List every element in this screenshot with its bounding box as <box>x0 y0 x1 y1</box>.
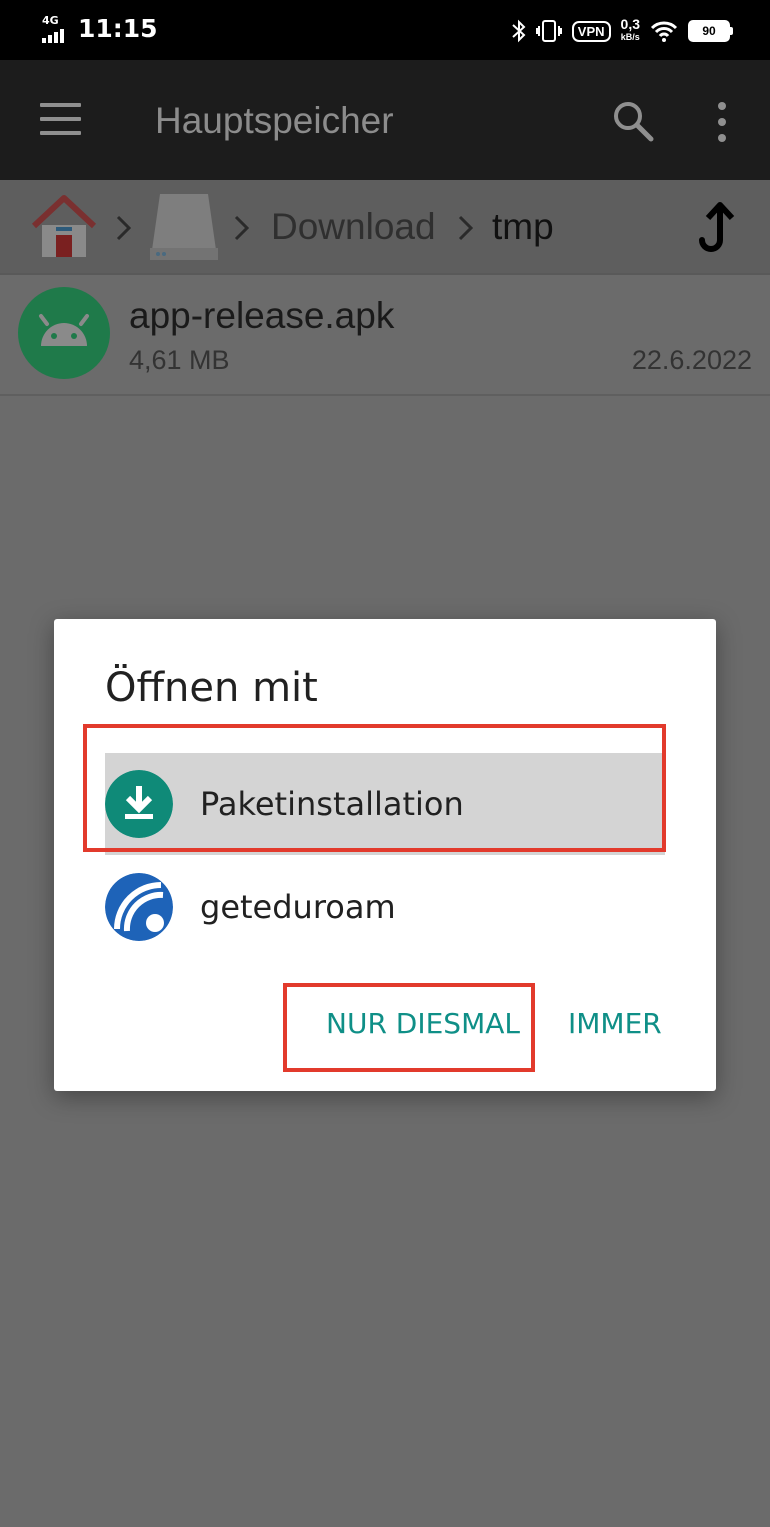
status-bar: 4G 11:15 VPN 0,3 kB/s 90 <box>0 0 770 60</box>
go-up-icon[interactable] <box>698 202 738 256</box>
network-type: 4G <box>42 14 59 27</box>
breadcrumb-tmp[interactable]: tmp <box>492 206 554 248</box>
option-label: Paketinstallation <box>200 785 464 823</box>
page-title: Hauptspeicher <box>155 100 394 141</box>
android-app-icon <box>18 287 110 379</box>
net-speed: 0,3 kB/s <box>620 16 640 44</box>
file-size: 4,61 MB <box>129 345 230 375</box>
chevron-right-icon <box>116 215 132 241</box>
dialog-title: Öffnen mit <box>105 665 318 711</box>
clock: 11:15 <box>78 14 158 43</box>
chevron-right-icon <box>234 215 250 241</box>
home-icon[interactable] <box>30 193 98 259</box>
net-speed-unit: kB/s <box>620 32 640 42</box>
battery-indicator: 90 <box>688 20 733 42</box>
eduroam-icon <box>105 873 173 941</box>
option-geteduroam[interactable]: geteduroam <box>105 856 665 958</box>
net-speed-value: 0,3 <box>620 16 640 32</box>
search-icon[interactable] <box>612 100 654 142</box>
wifi-icon <box>650 21 678 42</box>
option-paketinstallation[interactable]: Paketinstallation <box>105 753 665 855</box>
bluetooth-icon <box>512 19 526 43</box>
open-with-dialog: Öffnen mit Paketinstallation geteduroam … <box>54 619 716 1091</box>
option-label: geteduroam <box>200 888 396 926</box>
breadcrumb: Download tmp <box>0 180 770 275</box>
chevron-right-icon <box>458 215 474 241</box>
more-options-icon[interactable] <box>718 102 726 150</box>
signal-icon <box>42 29 64 43</box>
file-name: app-release.apk <box>129 295 395 336</box>
just-once-button[interactable]: NUR DIESMAL <box>326 1007 520 1040</box>
file-date: 22.6.2022 <box>631 345 752 375</box>
storage-icon[interactable] <box>150 192 218 262</box>
breadcrumb-download[interactable]: Download <box>271 206 436 248</box>
always-button[interactable]: IMMER <box>568 1007 662 1040</box>
file-list-item[interactable]: app-release.apk 4,61 MB 22.6.2022 <box>0 275 770 396</box>
vibrate-icon <box>535 20 562 42</box>
app-bar: Hauptspeicher <box>0 60 770 180</box>
vpn-badge: VPN <box>571 20 611 42</box>
download-icon <box>105 770 173 838</box>
menu-icon[interactable] <box>40 103 81 145</box>
